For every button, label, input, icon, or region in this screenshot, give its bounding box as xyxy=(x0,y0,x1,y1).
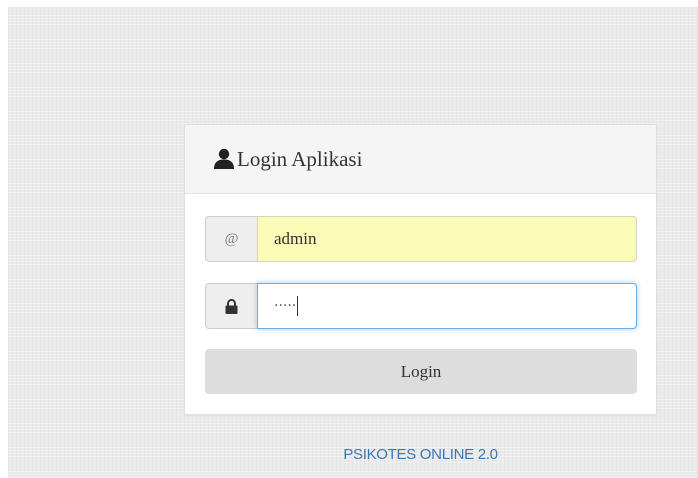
lock-icon xyxy=(205,283,257,329)
username-input[interactable]: admin xyxy=(257,216,637,262)
password-input[interactable]: ····· xyxy=(257,283,637,329)
login-panel-heading: Login Aplikasi xyxy=(185,125,656,194)
login-panel: Login Aplikasi @ admin ····· Login xyxy=(184,124,657,415)
panel-title: Login Aplikasi xyxy=(214,147,362,172)
password-input-group: ····· xyxy=(205,283,637,329)
password-mask: ····· xyxy=(274,298,297,314)
user-icon xyxy=(214,148,234,170)
at-sign-icon: @ xyxy=(205,216,257,262)
text-caret xyxy=(297,296,299,316)
panel-title-text: Login Aplikasi xyxy=(237,146,363,171)
login-button[interactable]: Login xyxy=(205,349,637,394)
username-input-group: @ admin xyxy=(205,216,637,262)
app-name-link[interactable]: PSIKOTES ONLINE 2.0 xyxy=(184,446,657,463)
